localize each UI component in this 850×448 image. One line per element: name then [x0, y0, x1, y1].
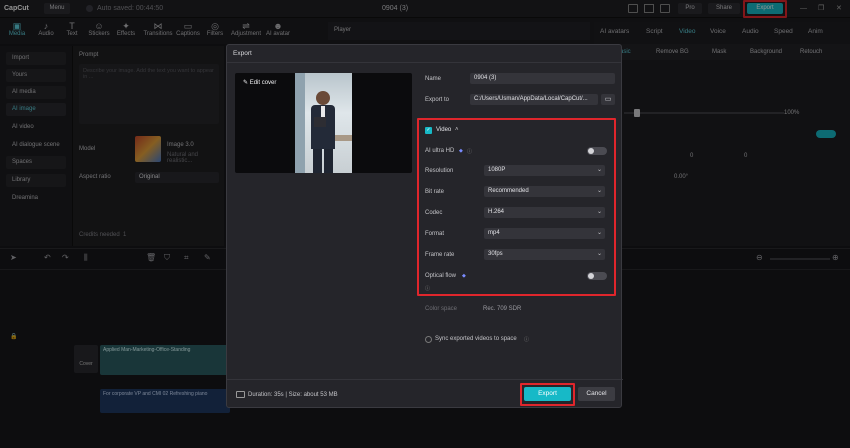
bitrate-select[interactable]: Recommended ⌄: [484, 186, 605, 197]
optical-flow-toggle[interactable]: [587, 272, 607, 280]
name-label: Name: [425, 76, 442, 82]
ai-ultra-hd-toggle[interactable]: [587, 147, 607, 155]
resolution-value: 1080P: [488, 167, 506, 173]
export-dialog: Export ✎ Edit cover Name 0904 (3) Export…: [226, 44, 623, 409]
person-leg-right: [324, 149, 333, 173]
export-button[interactable]: Export: [524, 387, 571, 401]
chevron-down-icon: ⌄: [596, 167, 602, 173]
color-space-value: Rec. 709 SDR: [483, 306, 522, 312]
export-path-input[interactable]: C:/Users/Usman/AppData/Local/CapCut/...: [470, 94, 598, 105]
sync-checkbox[interactable]: [425, 336, 432, 343]
color-space-label: Color space: [425, 306, 458, 312]
framerate-select[interactable]: 30fps ⌄: [484, 249, 605, 260]
duration-size-info: Duration: 35s | Size: about 53 MB: [248, 392, 338, 398]
sync-label: Sync exported videos to space: [435, 336, 517, 342]
dialog-title: Export: [233, 50, 252, 57]
chevron-down-icon: ⌄: [596, 230, 602, 236]
framerate-value: 30fps: [488, 251, 503, 257]
codec-label: Codec: [425, 210, 443, 216]
toggle-knob: [588, 273, 594, 279]
info-icon[interactable]: ⓘ: [524, 336, 529, 343]
video-section-label: Video: [436, 127, 452, 133]
ai-ultra-hd-label: AI ultra HD: [425, 148, 455, 154]
info-icon[interactable]: ⓘ: [425, 285, 430, 292]
dialog-footer: Duration: 35s | Size: about 53 MB Export…: [227, 379, 623, 409]
toggle-knob: [588, 148, 594, 154]
resolution-select[interactable]: 1080P ⌄: [484, 165, 605, 176]
chevron-up-icon[interactable]: ˄: [455, 127, 459, 133]
format-select[interactable]: mp4 ⌄: [484, 228, 605, 239]
folder-icon[interactable]: ▭: [601, 94, 615, 105]
cover-photo: [295, 73, 352, 173]
video-checkbox[interactable]: ✓: [425, 127, 432, 134]
chevron-down-icon: ⌄: [596, 251, 602, 257]
bitrate-label: Bit rate: [425, 189, 445, 195]
export-to-label: Export to: [425, 97, 450, 103]
chevron-down-icon: ⌄: [596, 188, 602, 194]
format-label: Format: [425, 231, 445, 237]
app-window: CapCut Menu Auto saved: 00:44:50 0904 (3…: [0, 0, 850, 448]
chevron-down-icon: ⌄: [596, 209, 602, 215]
format-value: mp4: [488, 230, 500, 236]
info-icon[interactable]: ⓘ: [467, 148, 472, 155]
codec-value: H.264: [488, 209, 505, 215]
edit-cover-label: Edit cover: [249, 80, 277, 86]
bitrate-value: Recommended: [488, 188, 529, 194]
codec-select[interactable]: H.264 ⌄: [484, 207, 605, 218]
name-input[interactable]: 0904 (3): [470, 73, 615, 84]
cover-preview[interactable]: ✎ Edit cover: [235, 73, 412, 173]
title-divider: [227, 62, 621, 63]
window-frame: [295, 73, 305, 173]
person-tablet: [314, 117, 326, 127]
desk: [335, 135, 352, 141]
cancel-button[interactable]: Cancel: [578, 387, 615, 401]
film-icon: [236, 391, 245, 398]
person-leg-left: [313, 149, 322, 173]
person-head: [316, 91, 330, 105]
framerate-label: Frame rate: [425, 252, 455, 258]
optical-flow-label: Optical flow: [425, 273, 457, 279]
ai-badge-icon: ◆: [462, 273, 466, 279]
resolution-label: Resolution: [425, 168, 454, 174]
edit-icon: ✎: [243, 80, 250, 86]
ai-badge-icon: ◆: [459, 148, 463, 154]
edit-cover-button[interactable]: ✎ Edit cover: [243, 79, 276, 86]
